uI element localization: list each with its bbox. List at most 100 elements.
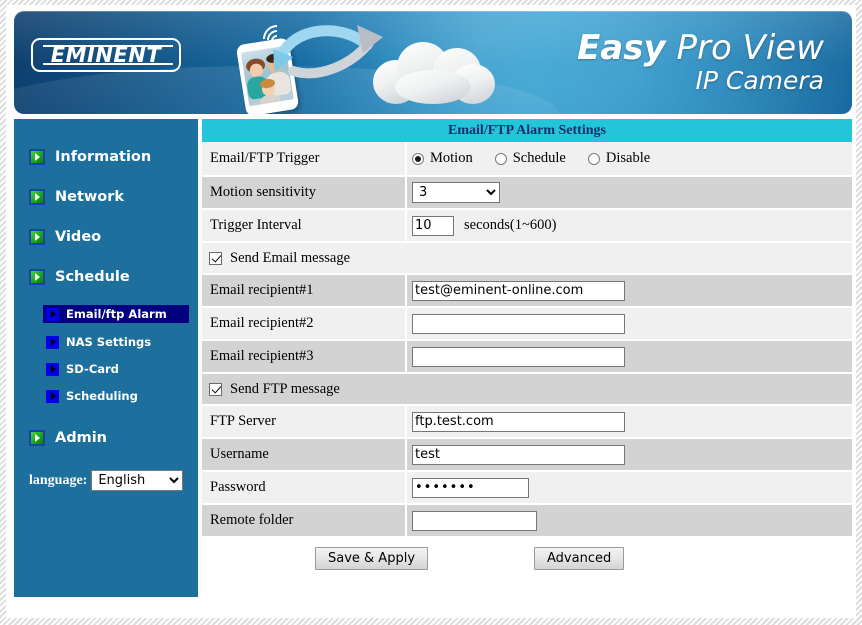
row-motion-sensitivity: Motion sensitivity 3 bbox=[202, 177, 852, 208]
ftp-password-input[interactable] bbox=[412, 477, 529, 498]
sidebar-item-network[interactable]: Network bbox=[29, 189, 124, 205]
cloud-icon bbox=[371, 40, 499, 106]
radio-label: Disable bbox=[605, 150, 651, 166]
sidebar-item-email-ftp-alarm[interactable]: Email/ftp Alarm bbox=[43, 305, 189, 323]
radio-schedule[interactable]: Schedule bbox=[494, 150, 566, 167]
row-email-recipient-2: Email recipient#2 bbox=[202, 308, 852, 339]
sidebar-item-label: Information bbox=[55, 149, 152, 165]
language-row: language: English bbox=[29, 470, 184, 491]
send-email-checkbox-wrap[interactable]: Send Email message bbox=[209, 250, 350, 267]
sidebar: Information Network Video Schedule Email… bbox=[14, 119, 198, 597]
sidebar-item-video[interactable]: Video bbox=[29, 229, 101, 245]
email-recipient-1-input[interactable] bbox=[412, 280, 625, 301]
save-and-apply-button[interactable]: Save & Apply bbox=[315, 546, 429, 570]
row-field: seconds(1~600) bbox=[407, 215, 852, 236]
row-label: Email recipient#1 bbox=[210, 282, 314, 298]
checkbox-icon bbox=[209, 251, 222, 265]
trigger-interval-input[interactable] bbox=[412, 215, 454, 236]
product-title: Easy Pro View IP Camera bbox=[577, 31, 824, 93]
row-trigger-interval: Trigger Interval seconds(1~600) bbox=[202, 210, 852, 241]
email-recipient-3-input[interactable] bbox=[412, 346, 625, 367]
sidebar-item-sd-card[interactable]: SD-Card bbox=[43, 360, 125, 378]
advanced-button[interactable]: Advanced bbox=[534, 546, 625, 570]
sidebar-subitem-label: Scheduling bbox=[66, 389, 138, 403]
radio-dot-icon bbox=[587, 152, 600, 165]
sidebar-subitem-label: NAS Settings bbox=[66, 335, 152, 349]
trigger-radio-group: Motion Schedule Disable bbox=[412, 150, 650, 167]
sidebar-item-scheduling[interactable]: Scheduling bbox=[43, 387, 144, 405]
sidebar-subitem-label: SD-Card bbox=[66, 362, 119, 376]
eminent-logo: EMINENT bbox=[31, 38, 181, 72]
row-email-ftp-trigger: Email/FTP Trigger Motion Schedule Disabl… bbox=[202, 142, 852, 175]
row-ftp-server: FTP Server bbox=[202, 406, 852, 437]
product-title-easy: Easy bbox=[577, 28, 666, 68]
page-inner: EMINENT Easy Pro View IP Camera Informat… bbox=[6, 5, 856, 618]
content-panel: Email/FTP Alarm Settings Email/FTP Trigg… bbox=[202, 119, 852, 580]
row-label: Password bbox=[210, 479, 266, 495]
row-label: FTP Server bbox=[210, 413, 276, 429]
sidebar-item-schedule[interactable]: Schedule bbox=[29, 269, 130, 285]
green-arrow-icon bbox=[29, 269, 45, 285]
buttons-row: Save & Apply Advanced bbox=[202, 536, 852, 580]
blue-arrow-icon bbox=[46, 335, 59, 349]
row-ftp-password: Password bbox=[202, 472, 852, 503]
row-email-recipient-3: Email recipient#3 bbox=[202, 341, 852, 372]
sidebar-item-information[interactable]: Information bbox=[29, 149, 151, 165]
sidebar-item-label: Video bbox=[55, 229, 102, 245]
logo-text: EMINENT bbox=[50, 43, 162, 67]
checkbox-icon bbox=[209, 382, 222, 396]
row-ftp-remote-folder: Remote folder bbox=[202, 505, 852, 536]
row-email-recipient-1: Email recipient#1 bbox=[202, 275, 852, 306]
radio-label: Motion bbox=[430, 150, 473, 166]
blue-arrow-icon bbox=[46, 389, 59, 403]
product-subtitle: IP Camera bbox=[695, 65, 824, 95]
row-label: Remote folder bbox=[210, 512, 294, 528]
green-arrow-icon bbox=[29, 430, 45, 446]
language-select[interactable]: English bbox=[91, 470, 184, 491]
ftp-username-input[interactable] bbox=[412, 444, 625, 465]
send-ftp-checkbox-wrap[interactable]: Send FTP message bbox=[209, 381, 340, 398]
row-label: Motion sensitivity bbox=[210, 184, 316, 200]
ftp-server-input[interactable] bbox=[412, 411, 625, 432]
row-field bbox=[407, 411, 852, 432]
green-arrow-icon bbox=[29, 189, 45, 205]
radio-dot-icon bbox=[494, 152, 507, 165]
email-recipient-2-input[interactable] bbox=[412, 313, 625, 334]
header-banner: EMINENT Easy Pro View IP Camera bbox=[14, 11, 852, 114]
radio-disable[interactable]: Disable bbox=[587, 150, 651, 167]
radio-dot-icon bbox=[412, 152, 424, 165]
row-field: 3 bbox=[407, 182, 852, 203]
sidebar-item-label: Admin bbox=[55, 430, 108, 446]
page-title: Email/FTP Alarm Settings bbox=[202, 119, 852, 142]
row-field bbox=[407, 510, 852, 531]
language-label: language: bbox=[29, 472, 88, 488]
page-frame: EMINENT Easy Pro View IP Camera Informat… bbox=[0, 0, 862, 625]
radio-motion[interactable]: Motion bbox=[412, 150, 473, 167]
send-email-label: Send Email message bbox=[230, 249, 351, 266]
row-label: Email/FTP Trigger bbox=[210, 150, 320, 166]
ftp-remote-folder-input[interactable] bbox=[412, 510, 537, 531]
green-arrow-icon bbox=[29, 149, 45, 165]
blue-arrow-icon bbox=[46, 307, 59, 321]
row-label: Username bbox=[210, 446, 269, 462]
sidebar-subitem-label: Email/ftp Alarm bbox=[66, 307, 167, 321]
row-label: Trigger Interval bbox=[210, 217, 302, 233]
blue-arrow-icon bbox=[46, 362, 59, 376]
sidebar-item-label: Network bbox=[55, 189, 125, 205]
row-send-ftp-message: Send FTP message bbox=[202, 374, 852, 404]
motion-sensitivity-select[interactable]: 3 bbox=[412, 182, 500, 203]
row-field: Motion Schedule Disable bbox=[407, 150, 852, 167]
row-field bbox=[407, 280, 852, 301]
row-field bbox=[407, 313, 852, 334]
row-ftp-username: Username bbox=[202, 439, 852, 470]
green-arrow-icon bbox=[29, 229, 45, 245]
product-title-proview: Pro View bbox=[665, 28, 824, 68]
sidebar-item-admin[interactable]: Admin bbox=[29, 430, 107, 446]
row-label: Email recipient#2 bbox=[210, 315, 314, 331]
row-field bbox=[407, 444, 852, 465]
row-field bbox=[407, 477, 852, 498]
send-ftp-label: Send FTP message bbox=[230, 380, 340, 397]
header-graphic bbox=[219, 15, 509, 114]
sidebar-item-nas-settings[interactable]: NAS Settings bbox=[43, 333, 157, 351]
row-field bbox=[407, 346, 852, 367]
